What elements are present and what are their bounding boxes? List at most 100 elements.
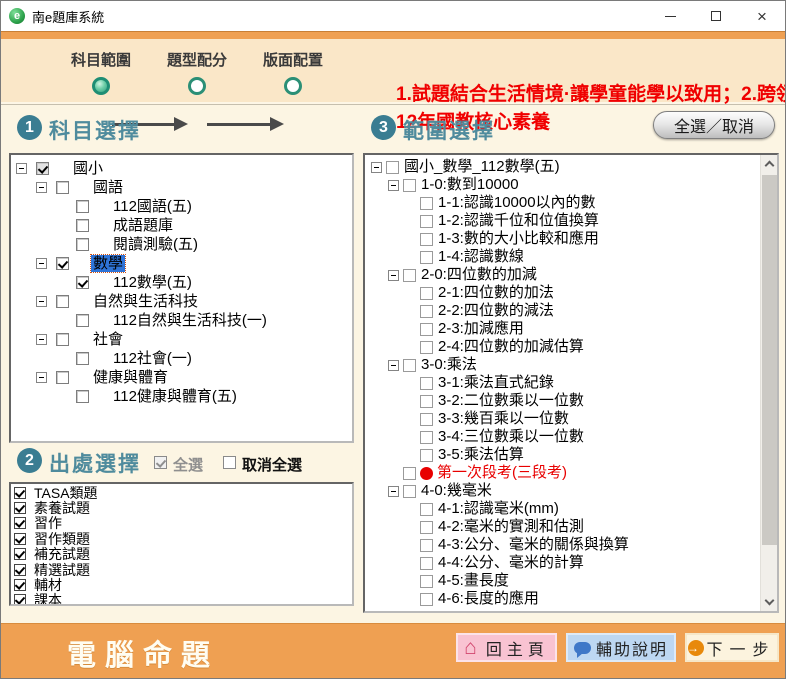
tree-row[interactable]: 112數學(五) [11, 273, 352, 292]
tree-row[interactable]: 3-2:二位數乘以一位數 [365, 392, 760, 410]
list-item[interactable]: TASA類題 [14, 485, 352, 500]
tree-item-label[interactable]: 112國語(五) [111, 198, 194, 215]
tree-collapse-icon[interactable] [36, 296, 47, 307]
tree-item-label[interactable]: 4-3:公分、毫米的關係與換算 [436, 536, 631, 553]
help-button[interactable]: 輔助說明 [566, 633, 676, 662]
tree-row[interactable]: 國小 [11, 159, 352, 178]
tree-item-label[interactable]: 1-3:數的大小比較和應用 [436, 230, 601, 247]
list-item[interactable]: 課本 [14, 593, 352, 606]
tree-item-label[interactable]: 3-5:乘法估算 [436, 446, 526, 463]
tree-item-label[interactable]: 112健康與體育(五) [111, 388, 239, 405]
scroll-up-icon[interactable] [765, 161, 775, 171]
tree-checkbox[interactable] [420, 593, 433, 606]
tree-item-label[interactable]: 3-2:二位數乘以一位數 [436, 392, 586, 409]
tree-row[interactable]: 4-6:長度的應用 [365, 590, 760, 608]
tree-checkbox[interactable] [420, 287, 433, 300]
source-checkbox[interactable] [14, 502, 26, 514]
tree-row[interactable]: 1-3:數的大小比較和應用 [365, 230, 760, 248]
list-item[interactable]: 習作類題 [14, 531, 352, 546]
tree-checkbox[interactable] [56, 333, 69, 346]
tree-checkbox[interactable] [403, 359, 416, 372]
tree-item-label[interactable]: 1-0:數到10000 [419, 176, 521, 193]
source-checkbox[interactable] [14, 533, 26, 545]
tree-checkbox[interactable] [420, 539, 433, 552]
tree-row[interactable]: 1-2:認識千位和位值換算 [365, 212, 760, 230]
tree-row[interactable]: 3-4:三位數乘以一位數 [365, 428, 760, 446]
tree-item-label[interactable]: 自然與生活科技 [91, 293, 200, 310]
tree-checkbox[interactable] [76, 200, 89, 213]
tree-collapse-icon[interactable] [371, 162, 382, 173]
list-item[interactable]: 輔材 [14, 577, 352, 592]
tree-checkbox[interactable] [403, 467, 416, 480]
tree-checkbox[interactable] [403, 179, 416, 192]
tree-checkbox[interactable] [420, 323, 433, 336]
tree-checkbox[interactable] [386, 161, 399, 174]
tree-item-label[interactable]: 健康與體育 [91, 369, 170, 386]
tree-checkbox[interactable] [76, 390, 89, 403]
tree-checkbox[interactable] [76, 352, 89, 365]
tree-checkbox[interactable] [56, 257, 69, 270]
list-item[interactable]: 精選試題 [14, 562, 352, 577]
tree-row[interactable]: 4-5:畫長度 [365, 572, 760, 590]
tree-collapse-icon[interactable] [388, 270, 399, 281]
tree-checkbox[interactable] [403, 485, 416, 498]
tree-checkbox[interactable] [420, 197, 433, 210]
source-checkbox[interactable] [14, 517, 26, 529]
tree-row[interactable]: 閱讀測驗(五) [11, 235, 352, 254]
tree-row[interactable]: 2-0:四位數的加減 [365, 266, 760, 284]
tree-collapse-icon[interactable] [36, 182, 47, 193]
tree-checkbox[interactable] [420, 377, 433, 390]
tree-row[interactable]: 3-0:乘法 [365, 356, 760, 374]
tree-item-label[interactable]: 社會 [91, 331, 125, 348]
tree-row[interactable]: 112國語(五) [11, 197, 352, 216]
tree-row[interactable]: 2-4:四位數的加減估算 [365, 338, 760, 356]
scroll-down-icon[interactable] [765, 596, 775, 606]
tree-checkbox[interactable] [420, 413, 433, 426]
tree-item-label[interactable]: 3-4:三位數乘以一位數 [436, 428, 586, 445]
tree-checkbox[interactable] [420, 557, 433, 570]
list-item[interactable]: 補充試題 [14, 547, 352, 562]
tree-collapse-icon[interactable] [36, 372, 47, 383]
tree-item-label[interactable]: 數學 [91, 255, 125, 272]
tree-row[interactable]: 1-0:數到10000 [365, 176, 760, 194]
tree-item-label[interactable]: 國語 [91, 179, 125, 196]
tree-checkbox[interactable] [420, 215, 433, 228]
tree-row[interactable]: 112社會(一) [11, 349, 352, 368]
tree-checkbox[interactable] [76, 219, 89, 232]
tree-item-label[interactable]: 112自然與生活科技(一) [111, 312, 269, 329]
source-checkbox[interactable] [14, 579, 26, 591]
tree-row[interactable]: 112自然與生活科技(一) [11, 311, 352, 330]
tree-checkbox[interactable] [420, 431, 433, 444]
tree-item-label[interactable]: 4-0:幾毫米 [419, 482, 494, 499]
tree-row[interactable]: 4-2:毫米的實測和估測 [365, 518, 760, 536]
tree-row[interactable]: 健康與體育 [11, 368, 352, 387]
tree-collapse-icon[interactable] [388, 486, 399, 497]
tree-row[interactable]: 2-2:四位數的減法 [365, 302, 760, 320]
tree-row[interactable]: 2-3:加減應用 [365, 320, 760, 338]
select-all-checkbox[interactable] [154, 456, 167, 469]
tree-item-label[interactable]: 國小_數學_112數學(五) [402, 158, 562, 175]
tree-item-label[interactable]: 2-4:四位數的加減估算 [436, 338, 586, 355]
source-checkbox[interactable] [14, 594, 26, 606]
tree-item-label[interactable]: 4-5:畫長度 [436, 572, 511, 589]
list-item[interactable]: 習作 [14, 516, 352, 531]
tree-checkbox[interactable] [420, 503, 433, 516]
tree-item-label[interactable]: 3-1:乘法直式紀錄 [436, 374, 556, 391]
tree-row[interactable]: 國語 [11, 178, 352, 197]
tree-row[interactable]: 112健康與體育(五) [11, 387, 352, 406]
list-item[interactable]: 素養試題 [14, 500, 352, 515]
tree-row[interactable]: 自然與生活科技 [11, 292, 352, 311]
tree-checkbox[interactable] [420, 233, 433, 246]
tree-item-label[interactable]: 4-6:長度的應用 [436, 590, 541, 607]
tree-item-label[interactable]: 4-2:毫米的實測和估測 [436, 518, 586, 535]
tree-row[interactable]: 4-1:認識毫米(mm) [365, 500, 760, 518]
tree-checkbox[interactable] [76, 238, 89, 251]
tree-item-label[interactable]: 112數學(五) [111, 274, 194, 291]
tree-row[interactable]: 4-3:公分、毫米的關係與換算 [365, 536, 760, 554]
tree-checkbox[interactable] [420, 341, 433, 354]
tree-checkbox[interactable] [420, 575, 433, 588]
tree-checkbox[interactable] [36, 162, 49, 175]
minimize-button[interactable] [647, 1, 693, 31]
tree-row[interactable]: 數學 [11, 254, 352, 273]
tree-collapse-icon[interactable] [388, 360, 399, 371]
